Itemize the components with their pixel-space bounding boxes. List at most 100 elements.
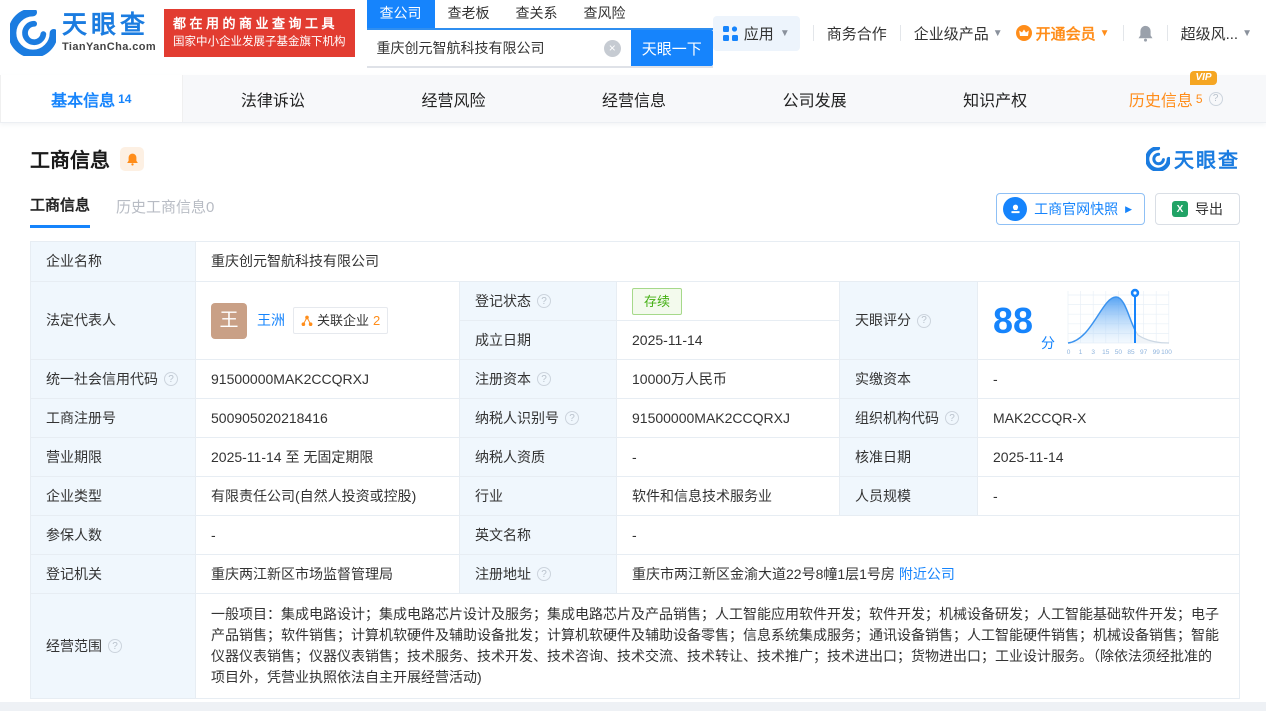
chevron-down-icon: ▼ [1242,28,1252,39]
tab-business-info[interactable]: 工商信息 [30,194,90,228]
enterprise-label: 企业级产品 [914,23,989,44]
apps-menu[interactable]: 应用 ▼ [713,16,800,51]
main-nav: 基本信息14 法律诉讼 经营风险 经营信息 公司发展 知识产权 历史信息5 VI… [0,75,1266,123]
search-tabs: 查公司 查老板 查关系 查风险 [367,0,713,30]
tianyancha-company-page: 天眼查 TianYanCha.com 都在用的商业查询工具 国家中小企业发展子基… [0,0,1266,711]
reg-authority-label: 登记机关 [31,555,196,594]
help-icon[interactable]: ? [537,567,551,581]
biz-scope-label: 经营范围? [31,594,196,699]
divider [1123,25,1124,41]
en-name-value: - [617,516,1240,555]
page-title: 工商信息 [30,144,110,173]
score-distribution-chart: 0 1 3 15 50 85 97 99 100 [1065,285,1173,357]
status-badge: 存续 [632,288,682,315]
announcement-bell-icon[interactable] [120,147,144,171]
menu-open-vip[interactable]: 开通会员 ▼ [1016,23,1110,44]
approval-date-value: 2025-11-14 [978,438,1240,477]
taxpayer-id-value: 91500000MAK2CCQRXJ [617,399,840,438]
company-name-value: 重庆创元智航科技有限公司 [196,242,1240,282]
help-icon[interactable]: ? [537,372,551,386]
industry-value: 软件和信息技术服务业 [617,477,840,516]
menu-enterprise-products[interactable]: 企业级产品 ▼ [914,23,1003,44]
company-type-value: 有限责任公司(自然人投资或控股) [196,477,460,516]
avatar[interactable]: 王 [211,303,247,339]
export-button[interactable]: X 导出 [1155,193,1240,225]
help-icon[interactable]: ? [565,411,579,425]
tab-legal-litigation[interactable]: 法律诉讼 [183,75,364,122]
menu-business-coop[interactable]: 商务合作 [827,23,887,44]
logo-title: 天眼查 [62,13,156,38]
help-icon[interactable]: ? [108,639,122,653]
score-unit: 分 [1041,333,1055,354]
industry-label: 行业 [460,477,617,516]
insured-label: 参保人数 [31,516,196,555]
help-icon[interactable]: ? [945,411,959,425]
legal-rep-label: 法定代表人 [31,282,196,360]
search-input[interactable] [367,40,604,56]
official-snapshot-button[interactable]: 工商官网快照 ▶ [996,193,1145,225]
biz-scope-value: 一般项目：集成电路设计；集成电路芯片设计及服务；集成电路芯片及产品销售；人工智能… [196,594,1240,699]
help-icon[interactable]: ? [164,372,178,386]
tab-operating-risk[interactable]: 经营风险 [363,75,544,122]
svg-text:99: 99 [1153,349,1161,356]
legal-rep-value: 王 王洲 关联企业 2 [196,282,460,360]
clear-icon[interactable]: × [604,40,621,57]
reg-no-value: 500905020218416 [196,399,460,438]
notification-bell-icon[interactable] [1137,24,1154,42]
help-icon[interactable]: ? [917,314,931,328]
related-companies-badge[interactable]: 关联企业 2 [293,307,388,334]
search-tab-boss[interactable]: 查老板 [435,0,503,28]
biz-term-label: 营业期限 [31,438,196,477]
logo-domain: TianYanCha.com [62,41,156,53]
tab-operating-info[interactable]: 经营信息 [544,75,725,122]
tab-company-development[interactable]: 公司发展 [724,75,905,122]
search-tab-risk[interactable]: 查风险 [571,0,639,28]
help-icon[interactable]: ? [1209,92,1223,106]
divider [813,25,814,41]
search-box: 查公司 查老板 查关系 查风险 × 天眼一下 [367,0,713,68]
svg-text:15: 15 [1102,349,1110,356]
promo-line1: 都在用的商业查询工具 [173,14,346,34]
svg-text:97: 97 [1140,349,1148,356]
vip-badge: VIP [1190,71,1216,85]
menu-super-risk[interactable]: 超级风... ▼ [1181,23,1252,44]
nearby-companies-link[interactable]: 附近公司 [899,564,955,585]
chevron-down-icon: ▼ [780,28,790,39]
org-code-value: MAK2CCQR-X [978,399,1240,438]
org-code-label: 组织机构代码? [840,399,978,438]
established-label: 成立日期 [460,321,617,360]
tab-history-business-info[interactable]: 历史工商信息0 [116,196,214,227]
header-menu: 应用 ▼ 商务合作 企业级产品 ▼ 开通会员 ▼ [713,16,1252,51]
tianyancha-watermark: 天眼查 [1146,144,1240,173]
reg-capital-value: 10000万人民币 [617,360,840,399]
chevron-down-icon: ▼ [993,28,1003,39]
score-label: 天眼评分? [840,282,978,360]
tianyancha-logo[interactable]: 天眼查 TianYanCha.com [10,10,156,56]
arrow-right-icon: ▶ [1125,204,1132,215]
tab-history-info[interactable]: 历史信息5 VIP ? [1085,75,1266,122]
content: 工商信息 天眼查 工商信息 历史工商信息0 [0,144,1266,699]
chevron-down-icon: ▼ [1100,28,1110,39]
taxpayer-id-label: 纳税人识别号? [460,399,617,438]
divider [900,25,901,41]
tianyancha-logo-icon [10,10,56,56]
apps-grid-icon [723,26,738,41]
reg-address-label: 注册地址? [460,555,617,594]
en-name-label: 英文名称 [460,516,617,555]
tianyancha-logo-icon [1146,147,1170,171]
reg-authority-value: 重庆两江新区市场监督管理局 [196,555,460,594]
svg-text:100: 100 [1161,349,1172,356]
network-icon [301,315,313,327]
legal-rep-link[interactable]: 王洲 [257,310,285,331]
company-type-label: 企业类型 [31,477,196,516]
tab-basic-info[interactable]: 基本信息14 [0,75,183,122]
svg-text:1: 1 [1079,349,1083,356]
business-info-table: 企业名称 重庆创元智航科技有限公司 法定代表人 王 王洲 关联企业 2 [30,241,1240,699]
help-icon[interactable]: ? [537,294,551,308]
reg-capital-label: 注册资本? [460,360,617,399]
search-tab-relation[interactable]: 查关系 [503,0,571,28]
search-tab-company[interactable]: 查公司 [367,0,435,28]
taxpayer-qual-label: 纳税人资质 [460,438,617,477]
tab-intellectual-property[interactable]: 知识产权 [905,75,1086,122]
search-button[interactable]: 天眼一下 [631,30,713,66]
